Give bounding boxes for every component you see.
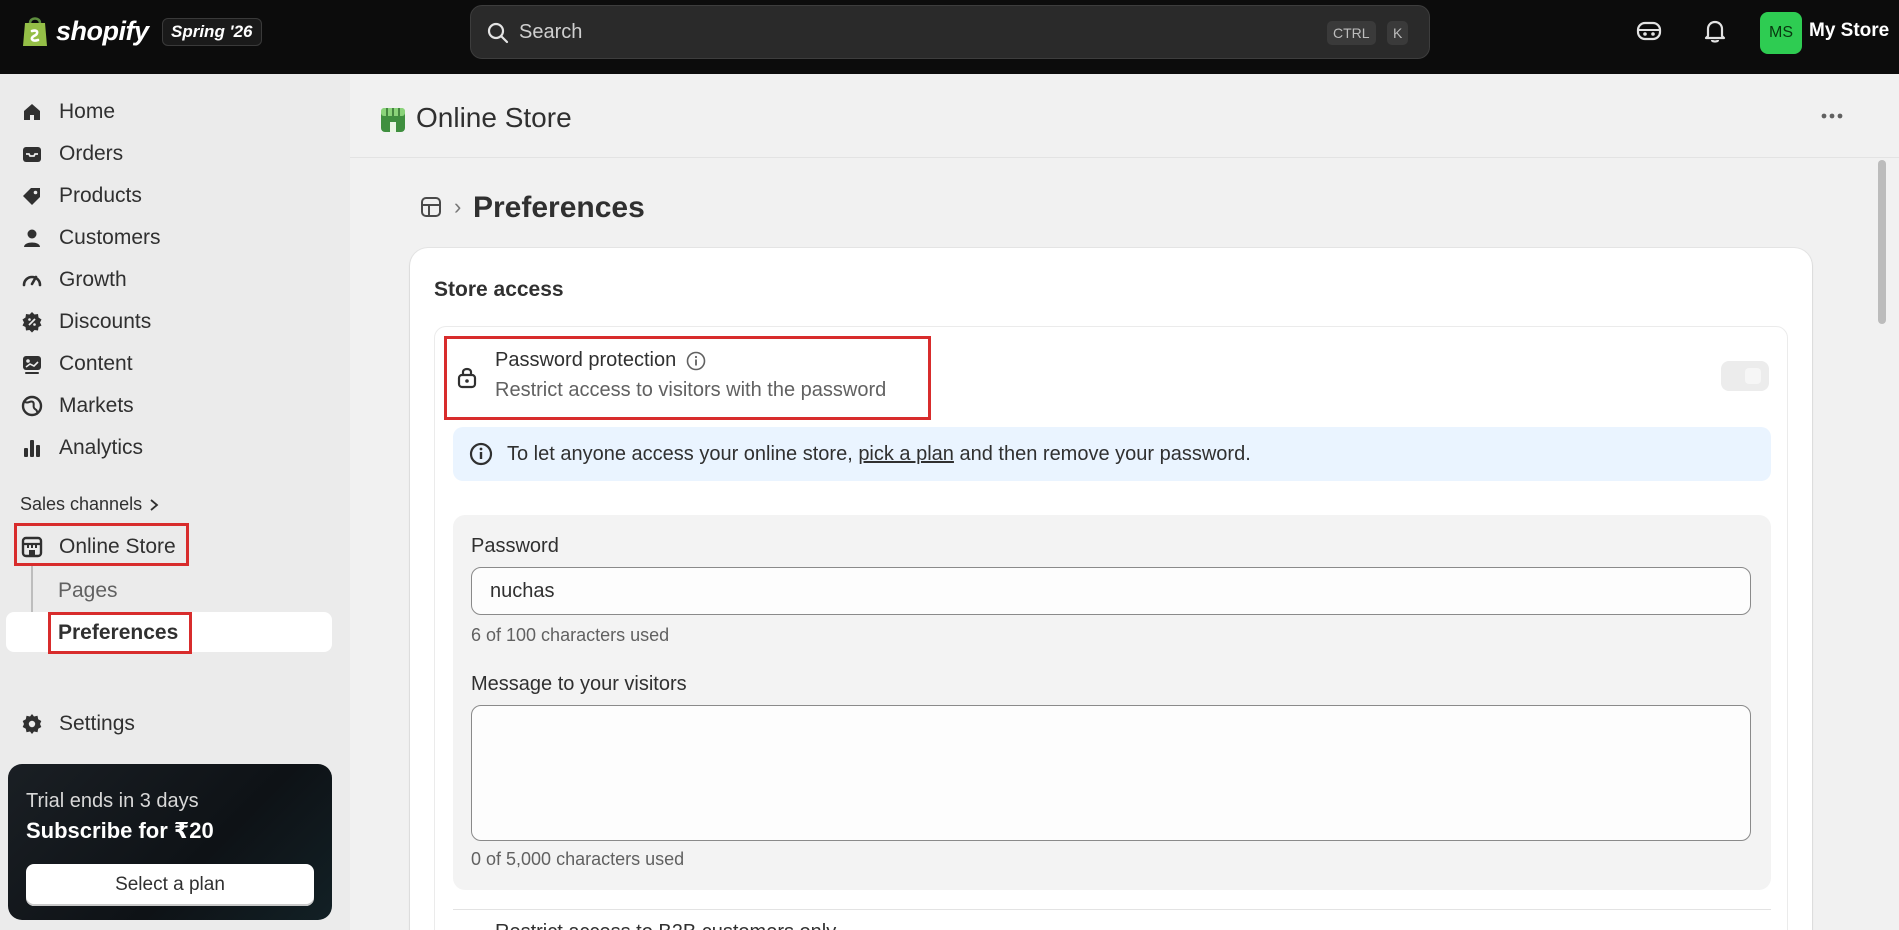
breadcrumb-title: Preferences bbox=[473, 191, 645, 224]
info-banner: To let anyone access your online store, … bbox=[453, 427, 1771, 481]
highlight-preferences bbox=[48, 612, 192, 654]
sales-channels-heading[interactable]: Sales channels bbox=[20, 494, 160, 515]
info-circle-icon bbox=[469, 442, 493, 466]
shortcut-ctrl-key: CTRL bbox=[1327, 21, 1376, 45]
b2b-restriction-label: Restrict access to B2B customers only bbox=[495, 921, 836, 930]
message-char-count: 0 of 5,000 characters used bbox=[471, 849, 685, 869]
banner-suffix: and then remove your password. bbox=[953, 442, 1251, 465]
trial-ends-text: Trial ends in 3 days bbox=[26, 790, 199, 812]
home-icon bbox=[24, 104, 40, 120]
main-content: Online Store › Preferences Store access … bbox=[350, 74, 1899, 930]
search-input[interactable] bbox=[519, 6, 1219, 58]
password-label: Password bbox=[471, 535, 559, 557]
sidebar-item-label: Growth bbox=[59, 268, 127, 291]
banner-text: To let anyone access your online store, … bbox=[507, 443, 1251, 466]
sidebar-item-label: Content bbox=[59, 352, 133, 375]
password-field[interactable] bbox=[471, 567, 1751, 615]
sidebar-item-label: Discounts bbox=[59, 310, 152, 333]
chevron-right-icon bbox=[150, 498, 159, 511]
card-title: Store access bbox=[434, 278, 564, 301]
banner-prefix: To let anyone access your online store, bbox=[507, 442, 859, 465]
discount-icon bbox=[22, 312, 42, 333]
scrollbar-thumb[interactable] bbox=[1878, 160, 1886, 324]
sidebar: Home Orders Products Customers Growth Di… bbox=[0, 74, 350, 930]
message-textarea[interactable] bbox=[471, 705, 1751, 841]
search-bar[interactable]: CTRL K bbox=[470, 5, 1430, 59]
shopify-logo[interactable]: shopify bbox=[20, 14, 149, 48]
more-actions-icon[interactable] bbox=[1814, 102, 1850, 130]
gear-icon bbox=[22, 714, 42, 734]
search-icon bbox=[487, 22, 509, 44]
trial-card: Trial ends in 3 days Subscribe for ₹20 S… bbox=[8, 764, 332, 920]
sidebar-item-customers[interactable]: Customers bbox=[10, 219, 332, 257]
sidebar-item-home[interactable]: Home bbox=[10, 93, 332, 131]
highlight-password-protection bbox=[444, 336, 931, 420]
shopify-bag-icon bbox=[23, 17, 47, 46]
password-char-count: 6 of 100 characters used bbox=[471, 625, 670, 645]
divider bbox=[453, 909, 1771, 910]
brand-name: shopify bbox=[56, 15, 149, 46]
sidebar-item-markets[interactable]: Markets bbox=[10, 387, 332, 425]
bar-chart-icon bbox=[24, 440, 40, 457]
content-icon bbox=[23, 356, 41, 374]
sidebar-item-products[interactable]: Products bbox=[10, 177, 332, 215]
globe-icon bbox=[21, 395, 43, 417]
pick-a-plan-link[interactable]: pick a plan bbox=[858, 443, 954, 465]
toggle-knob bbox=[1745, 368, 1761, 384]
notification-bell-icon[interactable] bbox=[1701, 17, 1729, 45]
edition-badge[interactable]: Spring '26 bbox=[162, 18, 262, 46]
shortcut-k-key: K bbox=[1387, 21, 1409, 45]
password-protection-toggle[interactable] bbox=[1721, 361, 1769, 391]
sidebar-item-label: Products bbox=[59, 184, 142, 207]
top-bar: shopify Spring '26 CTRL K MS My Store bbox=[0, 0, 1899, 74]
highlight-online-store bbox=[14, 523, 189, 566]
message-label: Message to your visitors bbox=[471, 673, 687, 695]
subscribe-text: Subscribe for ₹20 bbox=[26, 818, 214, 843]
inbox-icon bbox=[23, 147, 41, 162]
gauge-icon bbox=[22, 275, 42, 287]
breadcrumb-store-icon[interactable] bbox=[420, 196, 442, 218]
page-header: Online Store bbox=[350, 74, 1899, 158]
sidebar-item-label: Markets bbox=[59, 394, 134, 417]
select-plan-button[interactable]: Select a plan bbox=[26, 864, 314, 906]
store-access-card: Store access Password protection Restric… bbox=[410, 248, 1812, 930]
sidebar-item-discounts[interactable]: Discounts bbox=[10, 303, 332, 341]
sidebar-item-label: Settings bbox=[59, 712, 135, 735]
sales-channels-label: Sales channels bbox=[20, 494, 143, 514]
scrollbar[interactable] bbox=[1874, 158, 1888, 930]
sidebar-item-label: Orders bbox=[59, 142, 124, 165]
store-name[interactable]: My Store bbox=[1809, 20, 1889, 42]
sidebar-item-label: Home bbox=[59, 100, 116, 123]
online-store-app-icon bbox=[381, 108, 405, 132]
sidebar-item-settings[interactable]: Settings bbox=[10, 705, 332, 743]
page-title: Online Store bbox=[416, 102, 572, 133]
sidebar-item-label: Analytics bbox=[59, 436, 144, 459]
sidebar-item-growth[interactable]: Growth bbox=[10, 261, 332, 299]
breadcrumb-separator: › bbox=[454, 194, 462, 219]
sidekick-icon[interactable] bbox=[1635, 17, 1663, 45]
password-protection-section: Password protection Restrict access to v… bbox=[434, 326, 1788, 930]
tag-icon bbox=[23, 188, 40, 205]
sidebar-item-label: Customers bbox=[59, 226, 161, 249]
password-settings-panel: Password 6 of 100 characters used Messag… bbox=[453, 515, 1771, 890]
avatar[interactable]: MS bbox=[1760, 12, 1802, 54]
sidebar-item-analytics[interactable]: Analytics bbox=[10, 429, 332, 467]
person-icon bbox=[24, 229, 40, 247]
sidebar-subitem-pages[interactable]: Pages bbox=[58, 579, 118, 603]
sidebar-item-orders[interactable]: Orders bbox=[10, 135, 332, 173]
sidebar-item-content[interactable]: Content bbox=[10, 345, 332, 383]
